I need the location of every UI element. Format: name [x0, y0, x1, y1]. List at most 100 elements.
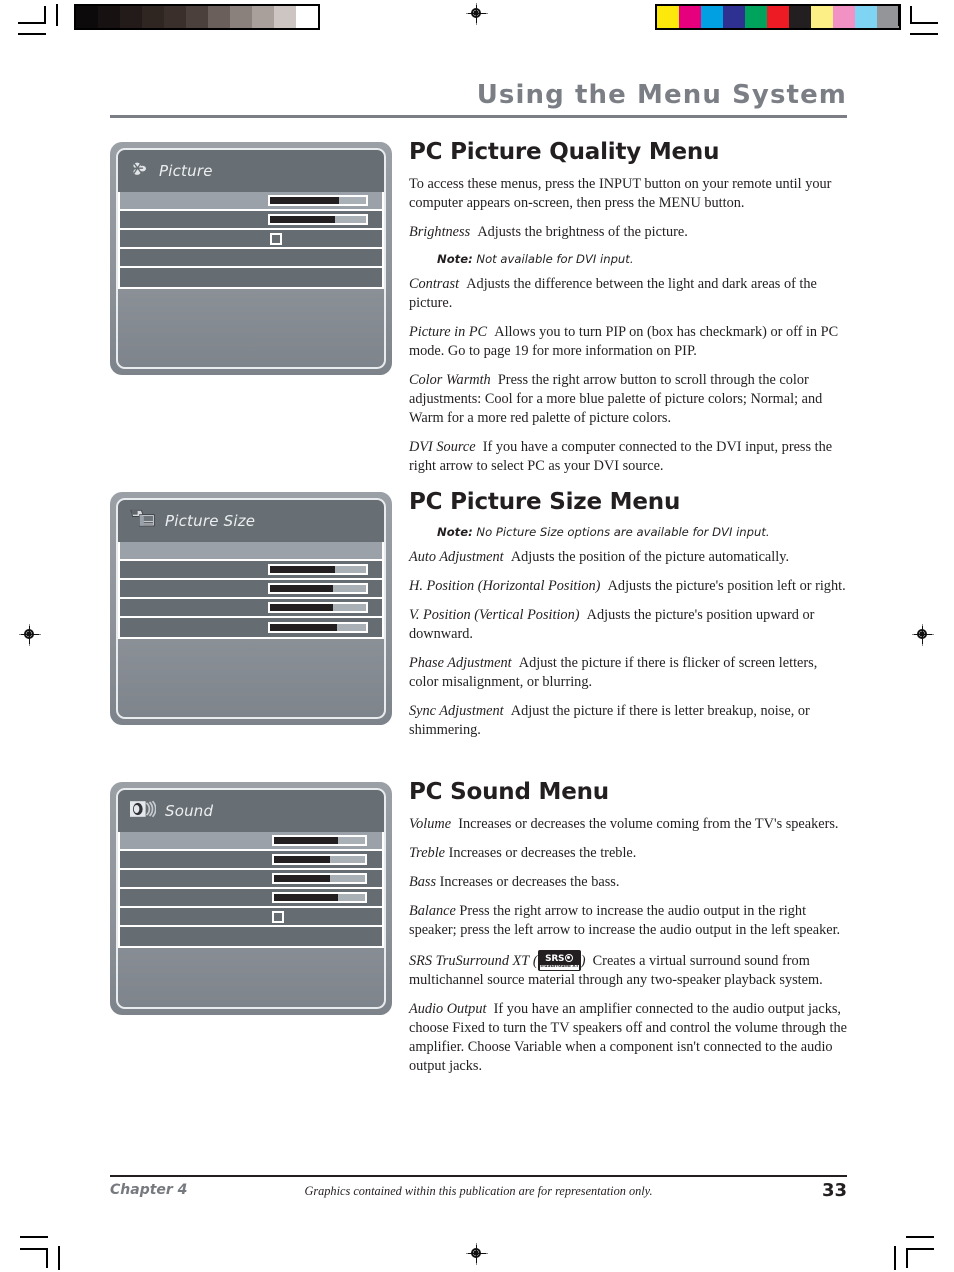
term-phase-adjustment: Phase Adjustment — [409, 655, 512, 672]
srs-logo-bottom: TruSurround XT — [539, 963, 579, 970]
registration-target-top — [466, 3, 488, 25]
osd-row[interactable] — [120, 249, 382, 268]
osd-row[interactable] — [120, 889, 382, 908]
crop-mark-tl-v2 — [56, 4, 58, 26]
treble-slider[interactable] — [272, 854, 367, 865]
osd-picture-size-rows — [118, 542, 384, 639]
osd-picture-size-titlebar: Picture Size — [118, 500, 384, 542]
brightness-slider[interactable] — [268, 195, 368, 206]
footer-page-number: 33 — [821, 1180, 847, 1201]
term-v-position: V. Position (Vertical Position) — [409, 607, 580, 624]
calibration-swatch — [98, 6, 120, 28]
calibration-swatch — [657, 6, 679, 28]
desc-auto-adjustment: Adjusts the position of the picture auto… — [510, 549, 790, 566]
osd-row[interactable] — [120, 580, 382, 599]
calibration-swatch — [789, 6, 811, 28]
desc-volume: Increases or decreases the volume coming… — [458, 816, 839, 833]
osd-row[interactable] — [120, 870, 382, 889]
term-audio-output: Audio Output — [409, 1000, 487, 1017]
paragraph-v-position: V. Position (Vertical Position) Adjusts … — [409, 606, 847, 644]
heading-pc-picture-size: PC Picture Size Menu — [409, 489, 681, 515]
paragraph-phase-adjustment: Phase Adjustment Adjust the picture if t… — [409, 654, 847, 692]
balance-slider[interactable] — [272, 892, 367, 903]
calibration-swatch — [142, 6, 164, 28]
osd-row[interactable] — [120, 832, 382, 851]
osd-row[interactable] — [120, 192, 382, 211]
crop-mark-bl-v2 — [58, 1246, 60, 1270]
v-position-slider[interactable] — [268, 583, 368, 594]
paragraph-dvi-source: DVI Source If you have a computer connec… — [409, 438, 847, 476]
paragraph-auto-adjustment: Auto Adjustment Adjusts the position of … — [409, 548, 847, 567]
paragraph-intro: To access these menus, press the INPUT b… — [409, 176, 832, 212]
term-brightness: Brightness — [409, 224, 471, 241]
calibration-swatch — [811, 6, 833, 28]
osd-picture-title: Picture — [159, 162, 213, 180]
term-treble: Treble — [409, 845, 446, 862]
heading-pc-sound: PC Sound Menu — [409, 779, 609, 805]
srs-logo-top: SRS — [545, 954, 565, 965]
crop-mark-bl-h2 — [20, 1248, 48, 1250]
sync-adjustment-slider[interactable] — [268, 622, 368, 633]
calibration-swatch — [723, 6, 745, 28]
page-title: Using the Menu System — [476, 80, 847, 110]
footer-caption: Graphics contained within this publicati… — [304, 1184, 653, 1198]
osd-row[interactable] — [120, 542, 382, 561]
bass-slider[interactable] — [272, 873, 367, 884]
paragraph-bass: Bass Increases or decreases the bass. — [409, 873, 847, 892]
note-dvi-picture-size: Note: No Picture Size options are availa… — [409, 525, 847, 540]
phase-adjustment-slider[interactable] — [268, 602, 368, 613]
calibration-swatch — [679, 6, 701, 28]
calibration-swatch — [252, 6, 274, 28]
crop-mark-br-h — [906, 1236, 934, 1238]
osd-row[interactable] — [120, 599, 382, 618]
color-calibration-strip — [655, 4, 901, 30]
osd-row[interactable] — [120, 908, 382, 927]
osd-row[interactable] — [120, 927, 382, 946]
calibration-swatch — [164, 6, 186, 28]
picture-in-pc-checkbox[interactable] — [270, 232, 282, 245]
calibration-swatch — [877, 6, 899, 28]
osd-picture-size-title: Picture Size — [165, 512, 256, 530]
osd-sound-titlebar: Sound — [118, 790, 384, 832]
calibration-swatch — [208, 6, 230, 28]
osd-row[interactable] — [120, 561, 382, 580]
term-h-position: H. Position (Horizontal Position) — [409, 578, 601, 595]
paragraph-treble: Treble Increases or decreases the treble… — [409, 844, 847, 863]
srs-trusurround-checkbox[interactable] — [272, 910, 284, 923]
screens-icon — [130, 509, 156, 534]
osd-picture-menu: Picture — [110, 142, 392, 375]
osd-row[interactable] — [120, 851, 382, 870]
term-auto-adjustment: Auto Adjustment — [409, 549, 504, 566]
osd-row[interactable] — [120, 211, 382, 230]
footer-rule — [110, 1175, 847, 1177]
term-balance: Balance — [409, 903, 456, 920]
desc-balance: Press the right arrow to increase the au… — [409, 903, 841, 939]
contrast-slider[interactable] — [268, 214, 368, 225]
h-position-slider[interactable] — [268, 564, 368, 575]
paragraph-picture-in-pc: Picture in PC Allows you to turn PIP on … — [409, 323, 847, 361]
crop-mark-tl-v — [44, 6, 46, 24]
term-srs-trusurround: SRS TruSurround XT — [409, 952, 530, 969]
srs-paren-open: ( — [532, 952, 538, 969]
page-footer: Chapter 4 Graphics contained within this… — [110, 1180, 847, 1204]
calibration-swatch — [767, 6, 789, 28]
paragraph-contrast: Contrast Adjusts the difference between … — [409, 275, 847, 313]
crop-mark-tr-v — [898, 4, 900, 26]
calibration-swatch — [76, 6, 98, 28]
osd-row[interactable] — [120, 268, 382, 287]
osd-picture-titlebar: Picture — [118, 150, 384, 192]
term-volume: Volume — [409, 816, 452, 833]
note-label: Note: — [437, 525, 473, 540]
calibration-swatch — [186, 6, 208, 28]
paragraph-volume: Volume Increases or decreases the volume… — [409, 815, 847, 834]
calibration-swatch — [296, 6, 318, 28]
osd-row[interactable] — [120, 230, 382, 249]
section-pc-picture-size: PC Picture Size Menu Note: No Picture Si… — [409, 490, 847, 750]
volume-slider[interactable] — [272, 835, 367, 846]
paragraph-brightness: Brightness Adjusts the brightness of the… — [409, 223, 847, 242]
note-text: Not available for DVI input. — [476, 252, 634, 267]
paragraph-color-warmth: Color Warmth Press the right arrow butto… — [409, 371, 847, 428]
registration-target-bottom — [466, 1243, 488, 1265]
osd-row[interactable] — [120, 618, 382, 637]
term-color-warmth: Color Warmth — [409, 372, 491, 389]
